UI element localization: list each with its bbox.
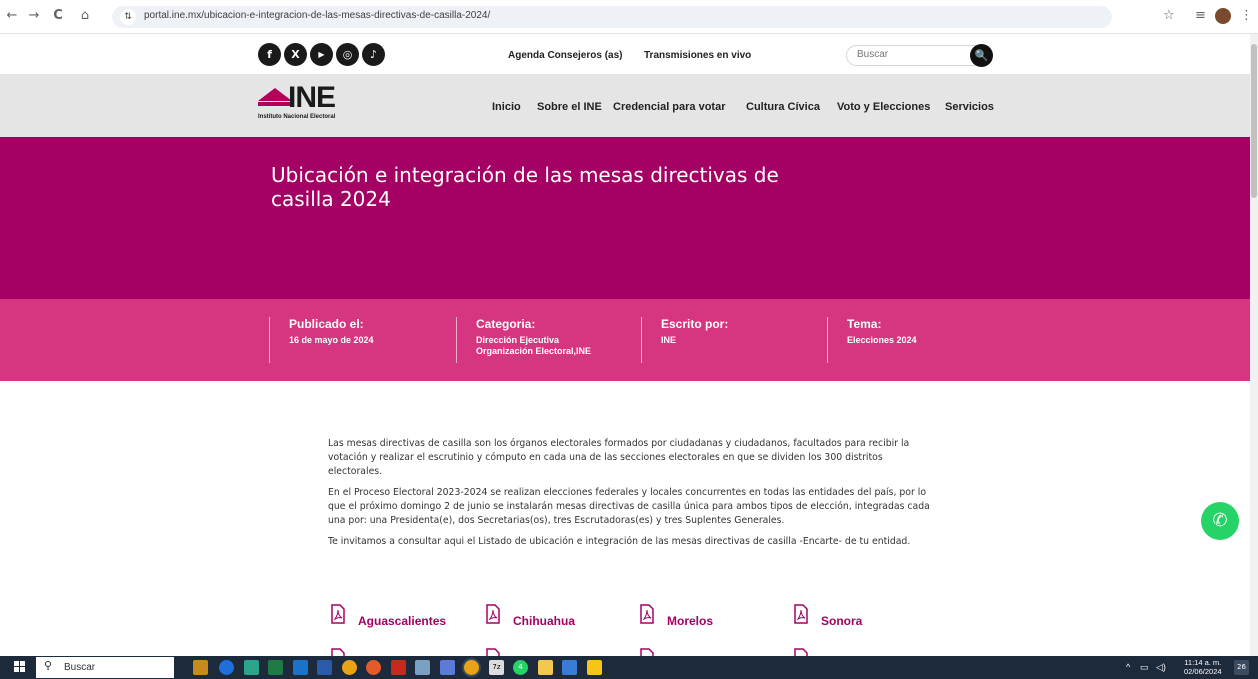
bookmark-star-icon[interactable]: ☆ <box>1163 8 1175 23</box>
clock-time: 11:14 a. m. <box>1184 658 1222 667</box>
meta-label: Publicado el: <box>289 317 364 331</box>
volume-icon[interactable]: ◁) <box>1156 662 1166 673</box>
home-icon[interactable]: ⌂ <box>77 8 93 24</box>
meta-value: Elecciones 2024 <box>847 335 917 345</box>
windows-taskbar: Buscar ⚲ 7z 4 ^ ▭ ◁) 11:14 a. m. 02/06/2… <box>0 656 1258 679</box>
pdf-icon[interactable] <box>485 648 501 656</box>
nav-sobre-el-ine[interactable]: Sobre el INE <box>537 101 602 113</box>
meta-label: Categoria: <box>476 317 536 331</box>
nav-cultura-civica[interactable]: Cultura Cívica <box>746 101 820 113</box>
meta-value: INE <box>661 335 677 345</box>
chrome-active-icon[interactable] <box>464 660 479 675</box>
app-icon[interactable] <box>244 660 259 675</box>
paragraph: En el Proceso Electoral 2023-2024 se rea… <box>328 487 930 526</box>
article-body: Las mesas directivas de casilla son los … <box>328 437 936 556</box>
tray-chevron-icon[interactable]: ^ <box>1126 662 1130 672</box>
site-search: 🔍 <box>846 44 993 67</box>
briefcase-icon[interactable] <box>193 660 208 675</box>
meta-value: Dirección Ejecutiva Organización Elector… <box>476 335 592 356</box>
logo-triangle <box>258 88 292 101</box>
pdf-icon[interactable] <box>793 604 809 624</box>
logo-bar <box>258 102 292 106</box>
sevenzip-icon[interactable]: 7z <box>489 660 504 675</box>
page-title: Ubicación e integración de las mesas dir… <box>271 163 779 211</box>
whatsapp-icon[interactable]: ✆ <box>1201 502 1239 540</box>
acrobat-icon[interactable] <box>391 660 406 675</box>
nav-voto-elecciones[interactable]: Voto y Elecciones <box>837 101 930 113</box>
agenda-consejeros-link[interactable]: Agenda Consejeros (as) <box>508 50 622 61</box>
state-link-chihuahua[interactable]: Chihuahua <box>513 614 575 628</box>
reload-icon[interactable]: C <box>50 8 66 24</box>
paragraph: Las mesas directivas de casilla son los … <box>328 438 910 477</box>
logo-subtitle: Instituto Nacional Electoral <box>258 114 336 120</box>
sticky-notes-icon[interactable] <box>587 660 602 675</box>
search-icon[interactable]: 🔍 <box>970 44 993 67</box>
meta-category: Categoria: Dirección Ejecutiva Organizac… <box>456 317 626 363</box>
word-icon[interactable] <box>317 660 332 675</box>
address-bar[interactable]: ⇅ portal.ine.mx/ubicacion-e-integracion-… <box>112 6 1112 28</box>
profile-avatar[interactable] <box>1215 8 1231 24</box>
search-input[interactable] <box>857 49 967 60</box>
meta-label: Tema: <box>847 317 882 331</box>
meta-published: Publicado el: 16 de mayo de 2024 <box>269 317 449 363</box>
teams-icon[interactable] <box>440 660 455 675</box>
scrollbar-thumb[interactable] <box>1251 44 1257 198</box>
state-link-morelos[interactable]: Morelos <box>667 614 713 628</box>
url-text[interactable]: portal.ine.mx/ubicacion-e-integracion-de… <box>144 10 490 21</box>
taskbar-search[interactable]: Buscar <box>36 657 174 678</box>
forward-icon[interactable]: → <box>26 8 42 24</box>
logo-text: INE <box>288 81 336 114</box>
pdf-icon[interactable] <box>485 604 501 624</box>
x-icon[interactable]: X <box>284 43 307 66</box>
calculator-icon[interactable] <box>415 660 430 675</box>
back-icon[interactable]: ← <box>4 8 20 24</box>
firefox-icon[interactable] <box>366 660 381 675</box>
youtube-icon[interactable]: ▶ <box>310 43 333 66</box>
nav-credencial[interactable]: Credencial para votar <box>613 101 726 113</box>
meta-author: Escrito por: INE <box>641 317 811 363</box>
app-icon[interactable] <box>562 660 577 675</box>
network-icon[interactable]: ▭ <box>1140 662 1149 673</box>
meta-topic: Tema: Elecciones 2024 <box>827 317 997 363</box>
pdf-icon[interactable] <box>793 648 809 656</box>
pdf-icon[interactable] <box>330 648 346 656</box>
paragraph: Te invitamos a consultar aqui el Listado… <box>328 536 911 547</box>
whatsapp-taskbar-icon[interactable]: 4 <box>513 660 528 675</box>
reading-list-icon[interactable]: ≡ <box>1195 8 1206 23</box>
clock-date: 02/06/2024 <box>1184 667 1222 676</box>
hero-banner: Ubicación e integración de las mesas dir… <box>0 137 1250 299</box>
facebook-icon[interactable]: f <box>258 43 281 66</box>
file-explorer-icon[interactable] <box>538 660 553 675</box>
nav-servicios[interactable]: Servicios <box>945 101 994 113</box>
ine-logo[interactable]: INE Instituto Nacional Electoral <box>258 81 368 126</box>
state-link-aguascalientes[interactable]: Aguascalientes <box>358 614 446 628</box>
edge-icon[interactable] <box>219 660 234 675</box>
chrome-icon[interactable] <box>342 660 357 675</box>
outlook-icon[interactable] <box>293 660 308 675</box>
site-settings-icon[interactable]: ⇅ <box>120 9 136 25</box>
article-meta: Publicado el: 16 de mayo de 2024 Categor… <box>0 299 1250 381</box>
browser-toolbar: ← → C ⌂ ⇅ portal.ine.mx/ubicacion-e-inte… <box>0 0 1258 34</box>
pdf-icon[interactable] <box>639 604 655 624</box>
transmisiones-link[interactable]: Transmisiones en vivo <box>644 50 751 61</box>
system-clock[interactable]: 11:14 a. m. 02/06/2024 <box>1184 658 1222 676</box>
excel-icon[interactable] <box>268 660 283 675</box>
instagram-icon[interactable]: ◎ <box>336 43 359 66</box>
browser-menu-icon[interactable]: ⋮ <box>1240 8 1253 23</box>
pdf-icon[interactable] <box>639 648 655 656</box>
meta-value: 16 de mayo de 2024 <box>289 335 374 345</box>
main-navigation: INE Instituto Nacional Electoral Inicio … <box>0 74 1250 137</box>
pdf-icon[interactable] <box>330 604 346 624</box>
notification-icon[interactable]: 26 <box>1234 660 1249 675</box>
nav-inicio[interactable]: Inicio <box>492 101 521 113</box>
tiktok-icon[interactable]: ♪ <box>362 43 385 66</box>
utility-bar: f X ▶ ◎ ♪ Agenda Consejeros (as) Transmi… <box>0 34 1250 74</box>
state-link-sonora[interactable]: Sonora <box>821 614 862 628</box>
search-icon: ⚲ <box>44 659 53 672</box>
windows-start-icon[interactable] <box>14 661 26 673</box>
meta-label: Escrito por: <box>661 317 729 331</box>
